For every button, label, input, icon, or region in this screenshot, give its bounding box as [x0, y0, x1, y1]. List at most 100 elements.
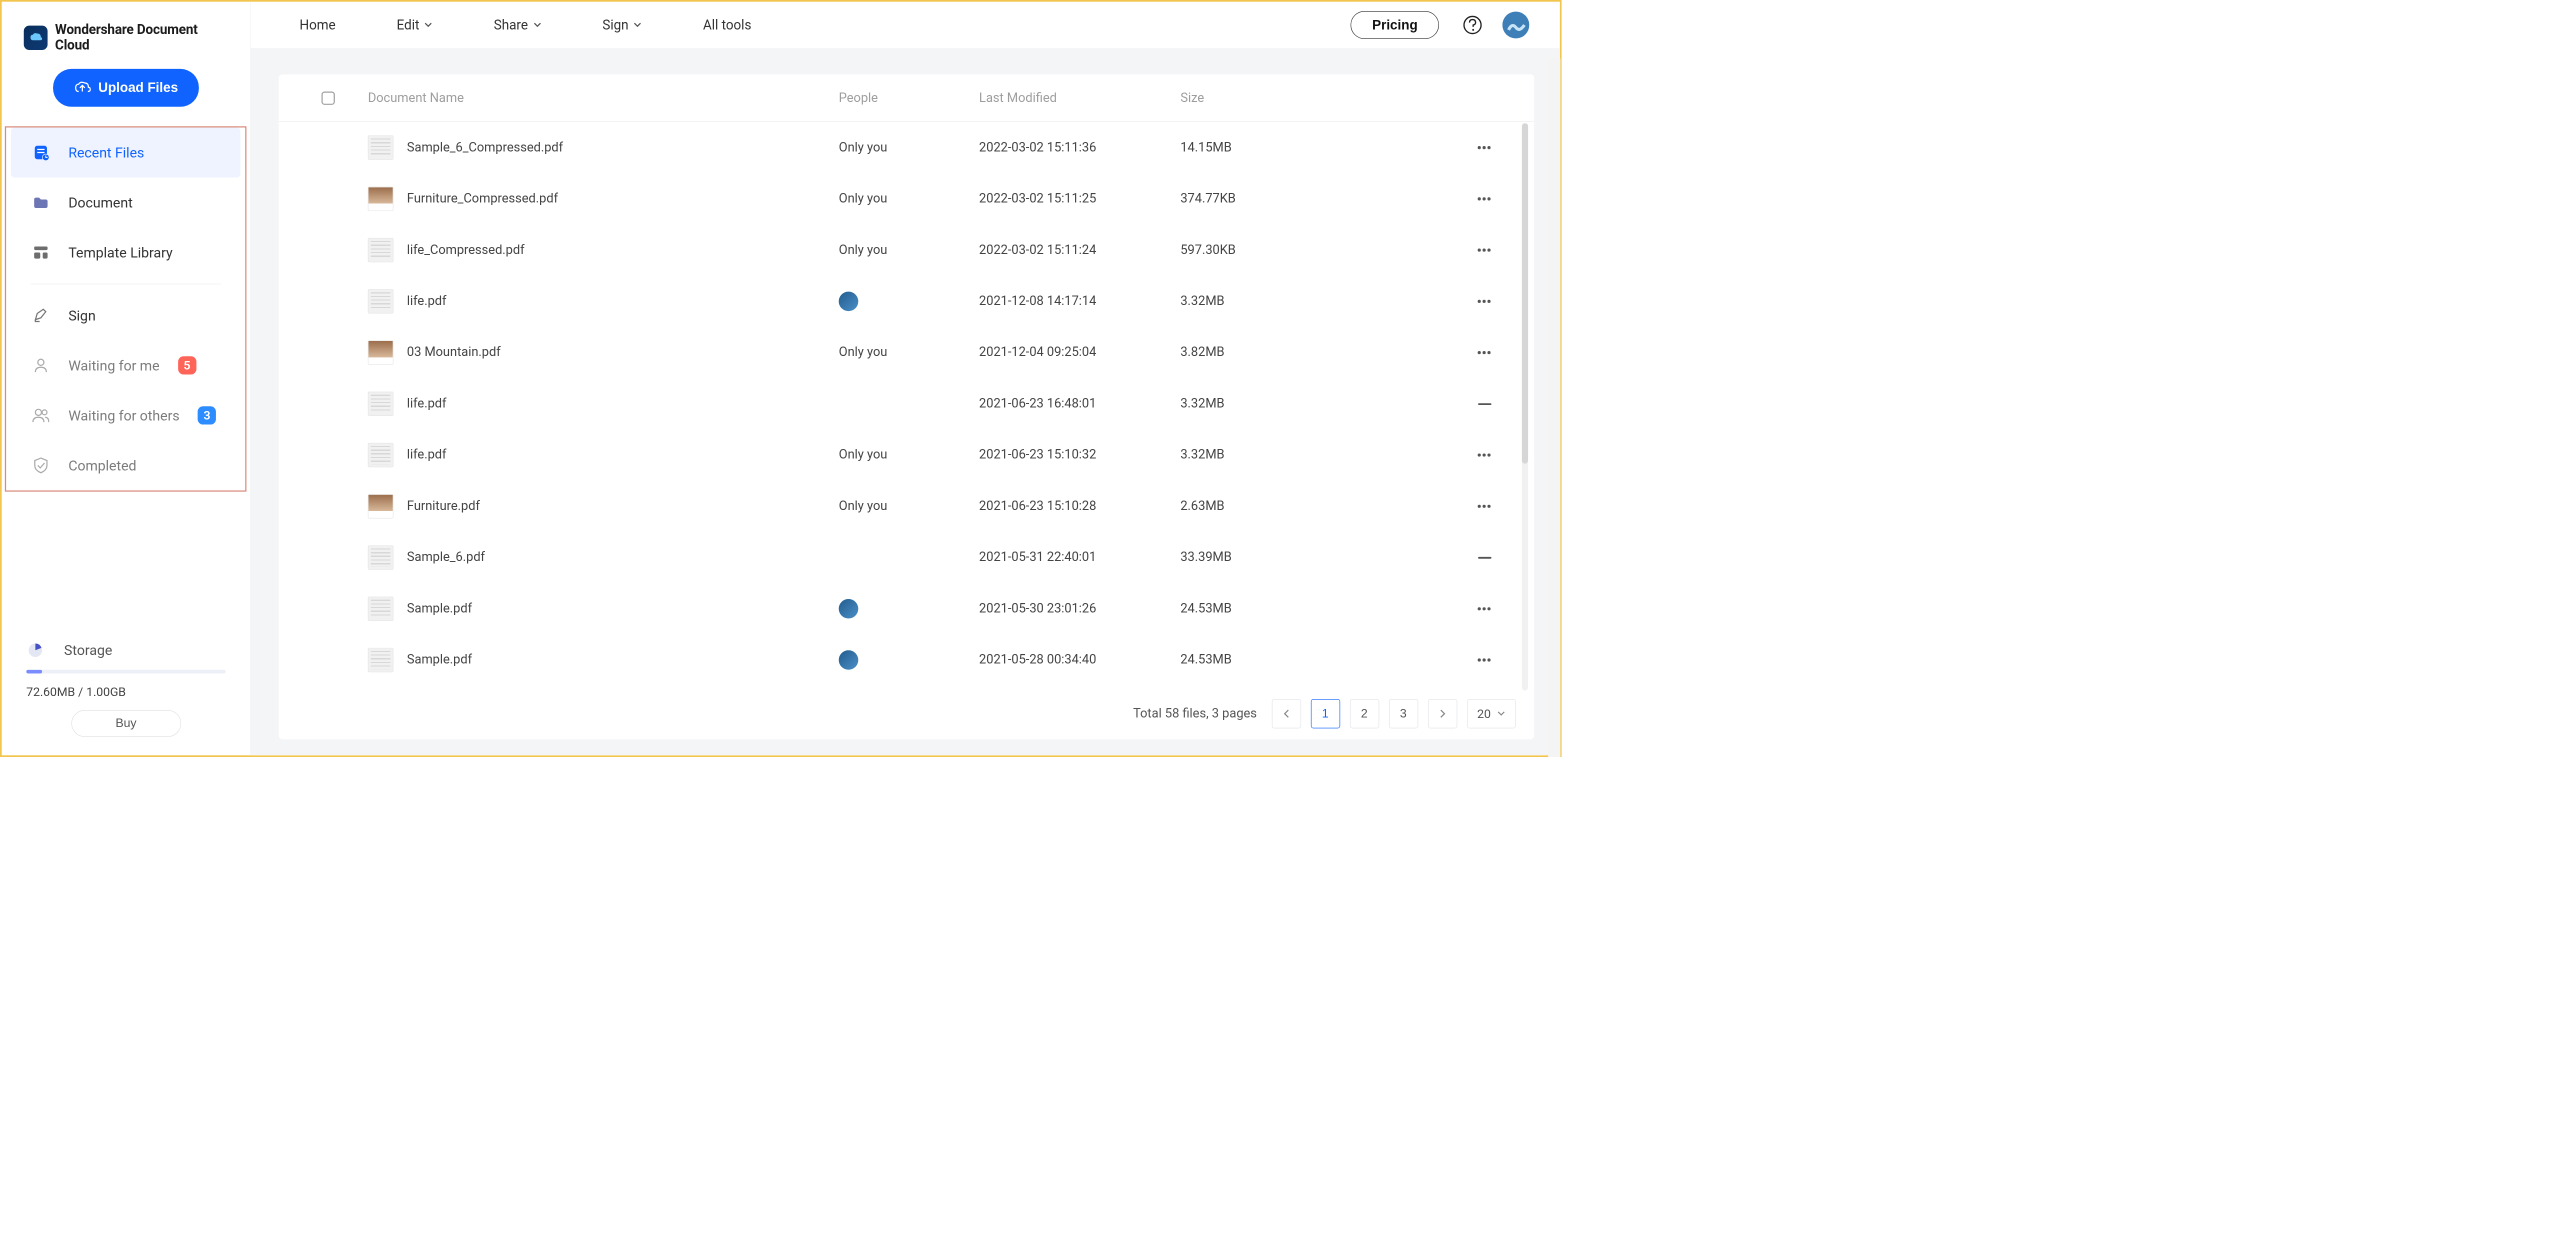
file-thumbnail	[368, 238, 394, 262]
more-actions-button[interactable]	[1477, 350, 1492, 355]
table-row[interactable]: Furniture_Compressed.pdfOnly you2022-03-…	[279, 173, 1534, 224]
sidebar-item-label: Sign	[68, 307, 95, 323]
chevron-down-icon	[533, 22, 542, 28]
table-row[interactable]: Sample_6_Compressed.pdf Only you2022-03-0…	[279, 122, 1534, 173]
pagination: Total 58 files, 3 pages 1 2 3 20	[279, 686, 1534, 740]
sidebar-highlight-box: Recent Files Document Template Library	[5, 126, 247, 491]
file-people: Only you	[839, 192, 979, 207]
pricing-button[interactable]: Pricing	[1351, 11, 1439, 39]
sidebar-item-waiting-for-others[interactable]: Waiting for others 3	[6, 390, 245, 440]
file-people: Only you	[839, 140, 979, 155]
more-actions-button[interactable]	[1477, 606, 1492, 611]
help-icon[interactable]	[1461, 13, 1484, 36]
file-name: life.pdf	[407, 397, 447, 412]
sidebar: Wondershare Document Cloud Upload Files …	[2, 2, 251, 755]
pagination-prev[interactable]	[1272, 699, 1301, 728]
table-row[interactable]: life.pdf2021-06-23 16:48:013.32MB	[279, 378, 1534, 429]
file-thumbnail	[368, 135, 394, 159]
no-action-icon	[1478, 403, 1491, 405]
more-actions-button[interactable]	[1477, 196, 1492, 201]
pagination-next[interactable]	[1428, 699, 1457, 728]
file-name: Sample.pdf	[407, 601, 472, 616]
sidebar-item-sign[interactable]: Sign	[6, 290, 245, 340]
table-row[interactable]: Sample.pdf2021-05-30 23:01:2624.53MB	[279, 583, 1534, 634]
folder-icon	[32, 193, 50, 211]
file-people: Only you	[839, 448, 979, 463]
table-row[interactable]: 03 Mountain.pdfOnly you2021-12-04 09:25:…	[279, 327, 1534, 378]
sidebar-item-waiting-for-me[interactable]: Waiting for me 5	[6, 340, 245, 390]
file-thumbnail	[368, 340, 394, 364]
pagination-page-3[interactable]: 3	[1389, 699, 1418, 728]
file-name: Sample.pdf	[407, 653, 472, 668]
top-navbar: Home Edit Share Sign All tools Pricing	[251, 2, 1560, 49]
page-scrollbar[interactable]	[1548, 59, 1560, 757]
sign-icon	[32, 306, 50, 324]
more-actions-button[interactable]	[1477, 453, 1492, 458]
table-row[interactable]: Furniture.pdfOnly you2021-06-23 15:10:28…	[279, 481, 1534, 532]
file-name: Furniture.pdf	[407, 499, 480, 514]
table-row[interactable]: life.pdfOnly you2021-06-23 15:10:323.32M…	[279, 429, 1534, 480]
storage-pie-icon	[26, 641, 44, 659]
table-body: Sample_6_Compressed.pdfOnly you2022-03-0…	[279, 122, 1534, 686]
table-row[interactable]: life.pdf2021-12-08 14:17:143.32MB	[279, 276, 1534, 327]
more-actions-button[interactable]	[1477, 658, 1492, 663]
file-thumbnail	[368, 443, 394, 467]
file-name: Sample_6_Compressed.pdf	[407, 140, 563, 155]
shield-check-icon	[32, 456, 50, 474]
sidebar-item-document[interactable]: Document	[6, 178, 245, 228]
file-modified: 2021-05-31 22:40:01	[979, 550, 1180, 565]
storage-progress-bar	[26, 670, 225, 674]
file-thumbnail	[368, 289, 394, 313]
file-size: 2.63MB	[1180, 499, 1442, 514]
file-modified: 2022-03-02 15:11:24	[979, 243, 1180, 258]
table-header: Document Name People Last Modified Size	[279, 74, 1534, 122]
files-table: Document Name People Last Modified Size …	[279, 74, 1534, 739]
upload-icon	[74, 81, 91, 96]
file-name: Sample_6.pdf	[407, 550, 485, 565]
file-size: 33.39MB	[1180, 550, 1442, 565]
sidebar-item-recent-files[interactable]: Recent Files	[11, 127, 240, 177]
pagination-page-2[interactable]: 2	[1350, 699, 1379, 728]
nav-home[interactable]: Home	[300, 17, 336, 32]
brand-text: Wondershare Document Cloud	[55, 23, 232, 54]
table-row[interactable]: life_Compressed.pdfOnly you2022-03-02 15…	[279, 224, 1534, 275]
file-people	[839, 650, 979, 670]
file-modified: 2021-06-23 16:48:01	[979, 397, 1180, 412]
pagination-page-1[interactable]: 1	[1311, 699, 1340, 728]
main-area: Home Edit Share Sign All tools Pricing	[251, 2, 1560, 755]
buy-button[interactable]: Buy	[71, 710, 181, 737]
brand-row: Wondershare Document Cloud	[2, 2, 250, 65]
table-scrollbar[interactable]	[1522, 123, 1528, 690]
column-modified[interactable]: Last Modified	[979, 91, 1180, 106]
sidebar-item-completed[interactable]: Completed	[6, 440, 245, 490]
file-size: 24.53MB	[1180, 653, 1442, 668]
table-row[interactable]: Sample_6.pdf 2021-05-31 22:40:0133.39MB	[279, 532, 1534, 583]
more-actions-button[interactable]	[1477, 145, 1492, 150]
file-modified: 2021-12-04 09:25:04	[979, 345, 1180, 360]
column-size[interactable]: Size	[1180, 91, 1442, 106]
file-people	[839, 292, 979, 312]
file-thumbnail	[368, 187, 394, 211]
nav-all-tools[interactable]: All tools	[703, 17, 751, 32]
table-row[interactable]: Sample.pdf2021-05-28 00:34:4024.53MB	[279, 634, 1534, 685]
file-thumbnail	[368, 648, 394, 672]
nav-edit[interactable]: Edit	[397, 17, 433, 32]
file-modified: 2022-03-02 15:11:36	[979, 140, 1180, 155]
more-actions-button[interactable]	[1477, 504, 1492, 509]
column-people[interactable]: People	[839, 91, 979, 106]
file-modified: 2021-12-08 14:17:14	[979, 294, 1180, 309]
more-actions-button[interactable]	[1477, 299, 1492, 304]
sidebar-item-template-library[interactable]: Template Library	[6, 228, 245, 278]
select-all-checkbox[interactable]	[321, 91, 334, 104]
column-name[interactable]: Document Name	[368, 91, 839, 106]
user-avatar[interactable]	[1502, 12, 1529, 39]
more-actions-button[interactable]	[1477, 248, 1492, 253]
file-size: 3.82MB	[1180, 345, 1442, 360]
file-thumbnail	[368, 392, 394, 416]
sidebar-item-label: Waiting for others	[68, 407, 179, 423]
nav-sign[interactable]: Sign	[602, 17, 642, 32]
page-size-select[interactable]: 20	[1467, 699, 1516, 728]
file-thumbnail	[368, 545, 394, 569]
nav-share[interactable]: Share	[494, 17, 542, 32]
upload-button[interactable]: Upload Files	[53, 69, 199, 107]
